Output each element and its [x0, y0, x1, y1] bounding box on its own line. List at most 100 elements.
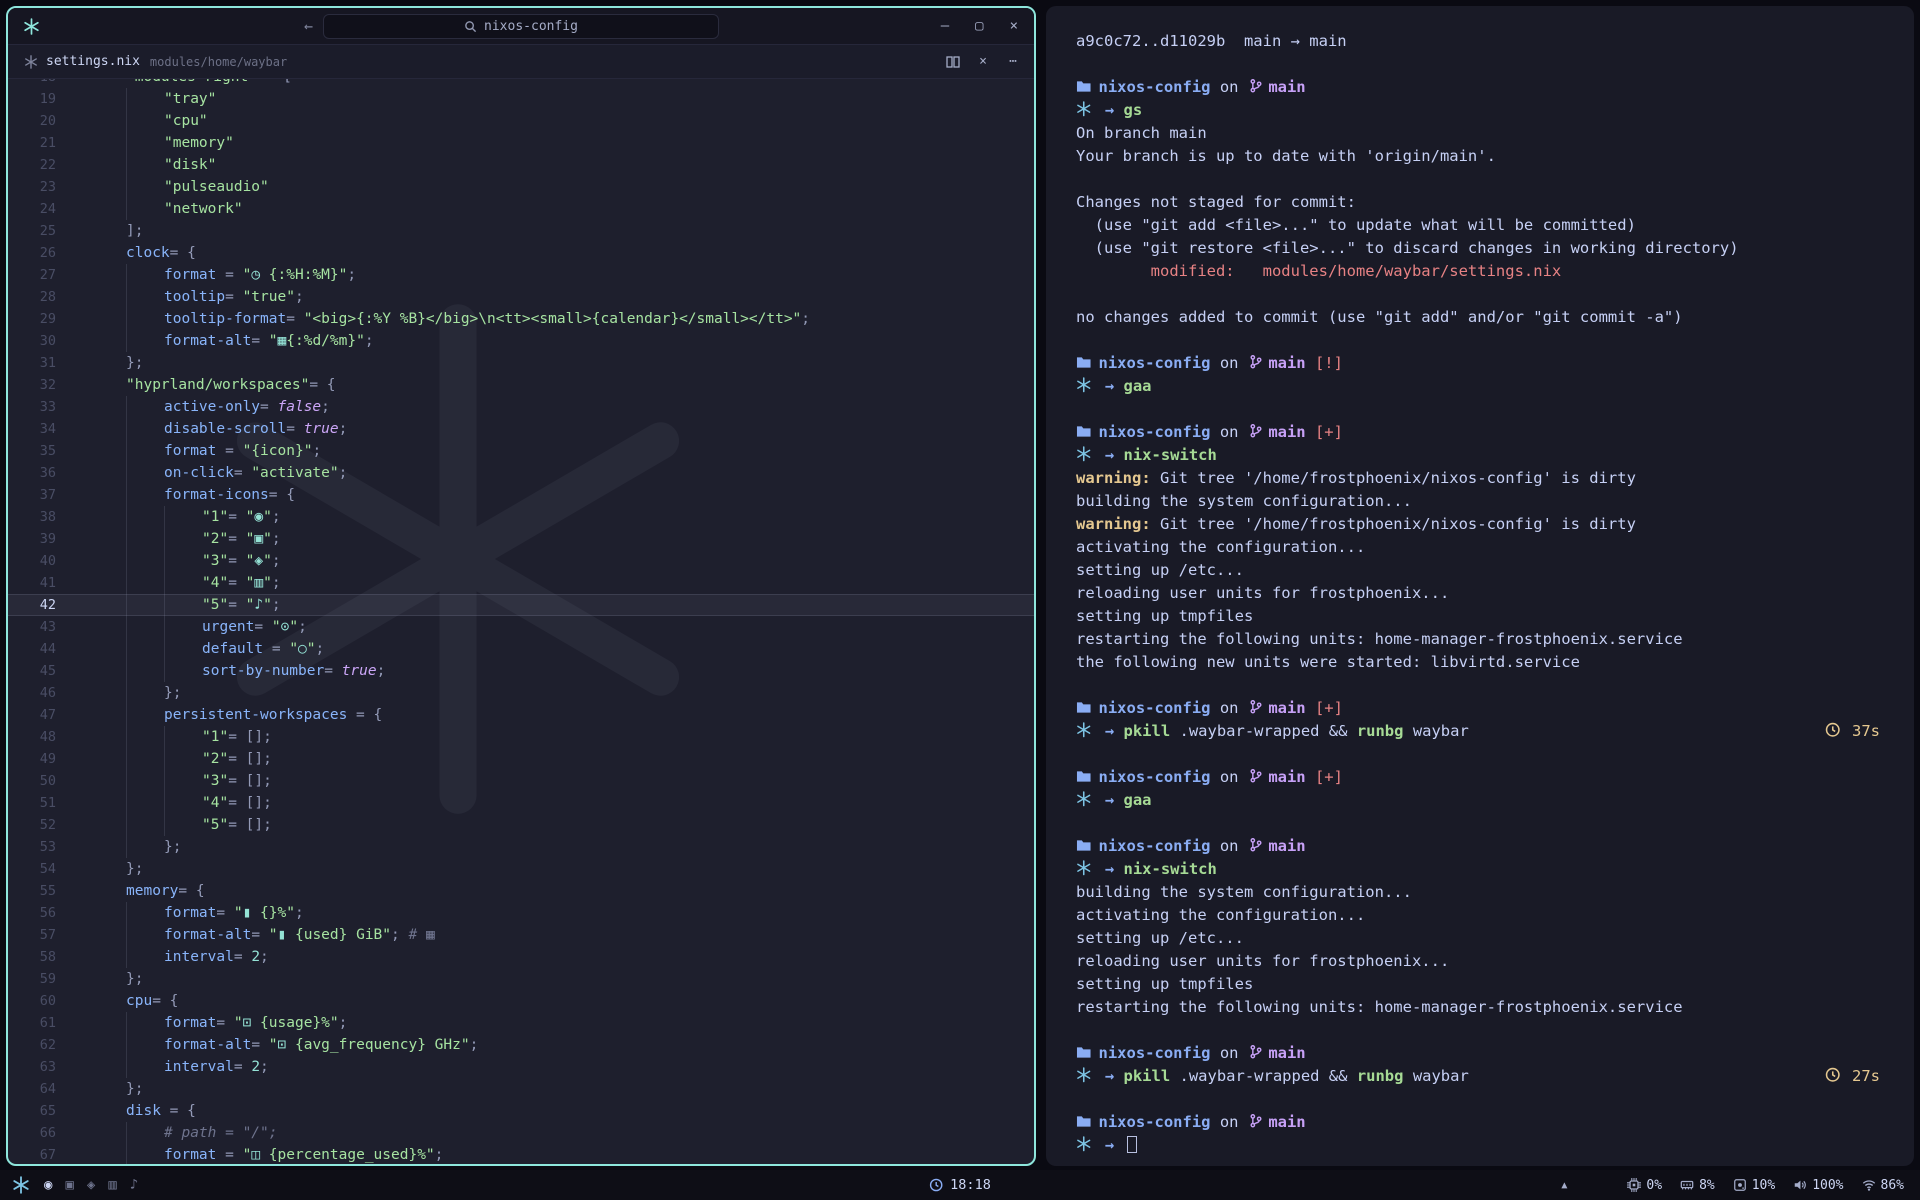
code-line-54[interactable]: 54};	[8, 858, 1034, 880]
text-token: persistent-workspaces	[164, 707, 347, 723]
tray-arrow-icon[interactable]: ▲	[1561, 1180, 1567, 1191]
tab-close-button[interactable]: ×	[976, 55, 990, 69]
tab-filename[interactable]: settings.nix	[46, 54, 140, 69]
more-actions-button[interactable]: ⋯	[1006, 55, 1020, 69]
code-line-41[interactable]: 41"4"= "▥";	[8, 572, 1034, 594]
code-line-23[interactable]: 23"pulseaudio"	[8, 176, 1034, 198]
code-line-66[interactable]: 66# path = "/";	[8, 1122, 1034, 1144]
code-line-60[interactable]: 60cpu= {	[8, 990, 1034, 1012]
code-line-22[interactable]: 22"disk"	[8, 154, 1034, 176]
line-number: 38	[8, 506, 72, 528]
code-line-38[interactable]: 38"1"= "◉";	[8, 506, 1034, 528]
code-line-26[interactable]: 26clock= {	[8, 242, 1034, 264]
code-line-59[interactable]: 59};	[8, 968, 1034, 990]
nav-back-button[interactable]: ←	[304, 17, 313, 35]
command-center-search[interactable]: nixos-config	[323, 14, 719, 39]
code-line-24[interactable]: 24"network"	[8, 198, 1034, 220]
code-line-42[interactable]: 42"5"= "♪";	[8, 594, 1034, 616]
nix-file-icon	[24, 55, 38, 69]
code-line-37[interactable]: 37format-icons= {	[8, 484, 1034, 506]
workspace-3[interactable]: ◈	[87, 1177, 95, 1193]
maximize-button[interactable]: ▢	[975, 18, 983, 34]
code-line-content: format = "◫ {percentage_used}%";	[126, 1144, 1034, 1164]
code-line-27[interactable]: 27format = "◷ {:%H:%M}";	[8, 264, 1034, 286]
memory-module[interactable]: 8%	[1680, 1178, 1715, 1193]
text-token: active-only	[164, 399, 260, 415]
code-line-61[interactable]: 61format= "⊡ {usage}%";	[8, 1012, 1034, 1034]
code-line-47[interactable]: 47persistent-workspaces = {	[8, 704, 1034, 726]
code-line-35[interactable]: 35format = "{icon}";	[8, 440, 1034, 462]
line-number: 21	[8, 132, 72, 154]
code-line-64[interactable]: 64};	[8, 1078, 1034, 1100]
text-token: setting up tmpfiles	[1076, 975, 1253, 993]
code-line-51[interactable]: 51"4"= [];	[8, 792, 1034, 814]
code-line-44[interactable]: 44default = "○";	[8, 638, 1034, 660]
terminal-line: setting up tmpfiles	[1076, 973, 1914, 996]
code-line-20[interactable]: 20"cpu"	[8, 110, 1034, 132]
text-token: (use "git restore <file>..." to discard …	[1076, 239, 1739, 257]
terminal-window[interactable]: a9c0c72..d11029b main → mainnixos-config…	[1046, 6, 1914, 1166]
code-line-55[interactable]: 55memory= {	[8, 880, 1034, 902]
code-line-33[interactable]: 33active-only= false;	[8, 396, 1034, 418]
code-line-53[interactable]: 53};	[8, 836, 1034, 858]
code-line-content: "modules-right" = [	[126, 79, 1034, 88]
code-line-36[interactable]: 36on-click= "activate";	[8, 462, 1034, 484]
code-line-43[interactable]: 43urgent= "⊙";	[8, 616, 1034, 638]
code-line-19[interactable]: 19"tray"	[8, 88, 1034, 110]
code-line-62[interactable]: 62format-alt= "⊡ {avg_frequency} GHz";	[8, 1034, 1034, 1056]
code-line-63[interactable]: 63interval= 2;	[8, 1056, 1034, 1078]
wifi-icon	[1862, 1178, 1876, 1192]
network-module[interactable]: 86%	[1862, 1178, 1904, 1193]
text-token	[1076, 262, 1151, 280]
split-editor-icon[interactable]	[946, 55, 960, 69]
text-token: # ▦	[400, 927, 435, 943]
workspace-2[interactable]: ▣	[65, 1177, 73, 1193]
workspace-4[interactable]: ▥	[108, 1177, 116, 1193]
cpu-module[interactable]: 0%	[1627, 1178, 1662, 1193]
code-line-29[interactable]: 29tooltip-format= "<big>{:%Y %B}</big>\n…	[8, 308, 1034, 330]
volume-module[interactable]: 100%	[1793, 1178, 1843, 1193]
clock-module[interactable]: 18:18	[929, 1177, 991, 1193]
text-token: [];	[246, 795, 272, 811]
code-line-40[interactable]: 40"3"= "◈";	[8, 550, 1034, 572]
workspace-1[interactable]: ◉	[44, 1177, 52, 1193]
code-line-58[interactable]: 58interval= 2;	[8, 946, 1034, 968]
code-line-46[interactable]: 46};	[8, 682, 1034, 704]
text-token: On branch main	[1076, 124, 1207, 142]
code-line-31[interactable]: 31};	[8, 352, 1034, 374]
code-line-34[interactable]: 34disable-scroll= true;	[8, 418, 1034, 440]
indent-guide	[126, 814, 164, 836]
code-line-30[interactable]: 30format-alt= "▦{:%d/%m}";	[8, 330, 1034, 352]
code-line-45[interactable]: 45sort-by-number= true;	[8, 660, 1034, 682]
text-token: "	[234, 905, 243, 921]
code-line-52[interactable]: 52"5"= [];	[8, 814, 1034, 836]
text-token: →	[1096, 1067, 1124, 1085]
disk-module[interactable]: 10%	[1733, 1178, 1775, 1193]
editor-pane[interactable]: 18"modules-right" = [19"tray"20"cpu"21"m…	[8, 79, 1034, 1164]
code-line-49[interactable]: 49"2"= [];	[8, 748, 1034, 770]
code-line-content: "3"= "◈";	[126, 550, 1034, 572]
clockic-icon	[1825, 722, 1841, 740]
text-token: format	[164, 905, 216, 921]
code-line-50[interactable]: 50"3"= [];	[8, 770, 1034, 792]
code-line-18[interactable]: 18"modules-right" = [	[8, 79, 1034, 88]
code-line-56[interactable]: 56format= "▮ {}%";	[8, 902, 1034, 924]
code-line-67[interactable]: 67format = "◫ {percentage_used}%";	[8, 1144, 1034, 1164]
code-line-25[interactable]: 25];	[8, 220, 1034, 242]
code-line-32[interactable]: 32"hyprland/workspaces"= {	[8, 374, 1034, 396]
code-line-57[interactable]: 57format-alt= "▮ {used} GiB"; # ▦	[8, 924, 1034, 946]
text-token: on	[1210, 423, 1247, 441]
nixos-launcher-icon[interactable]	[12, 1176, 30, 1194]
workspace-5[interactable]: ♪	[130, 1177, 138, 1193]
code-line-28[interactable]: 28tooltip= "true";	[8, 286, 1034, 308]
line-number: 55	[8, 880, 72, 902]
code-line-39[interactable]: 39"2"= "▣";	[8, 528, 1034, 550]
indent-guide	[164, 616, 202, 638]
minimize-button[interactable]: –	[941, 18, 949, 34]
code-line-48[interactable]: 48"1"= [];	[8, 726, 1034, 748]
close-button[interactable]: ×	[1010, 18, 1018, 34]
code-line-65[interactable]: 65disk = {	[8, 1100, 1034, 1122]
code-line-21[interactable]: 21"memory"	[8, 132, 1034, 154]
text-token: {:%H:%M}"	[260, 267, 347, 283]
text-token: =	[228, 509, 245, 525]
